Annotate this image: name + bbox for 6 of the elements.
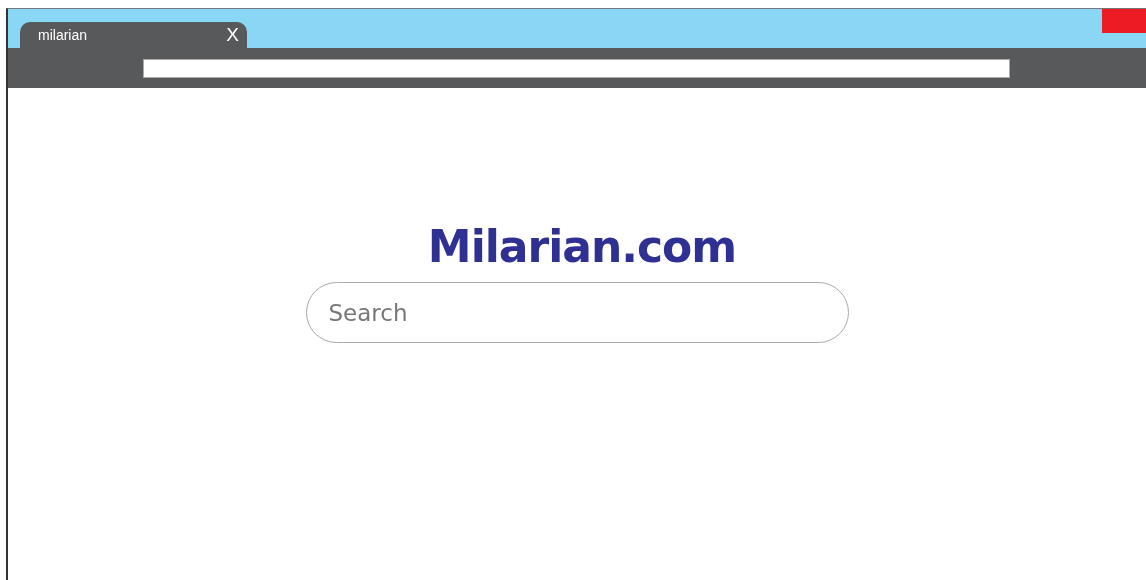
- tab-title[interactable]: milarian: [38, 27, 87, 43]
- search-field[interactable]: Search: [305, 282, 849, 343]
- address-field[interactable]: [143, 58, 1010, 78]
- browser-tab[interactable]: milarian X: [20, 22, 247, 48]
- site-logo: Milarian.com: [427, 221, 737, 272]
- tab-close-button[interactable]: X: [226, 24, 239, 46]
